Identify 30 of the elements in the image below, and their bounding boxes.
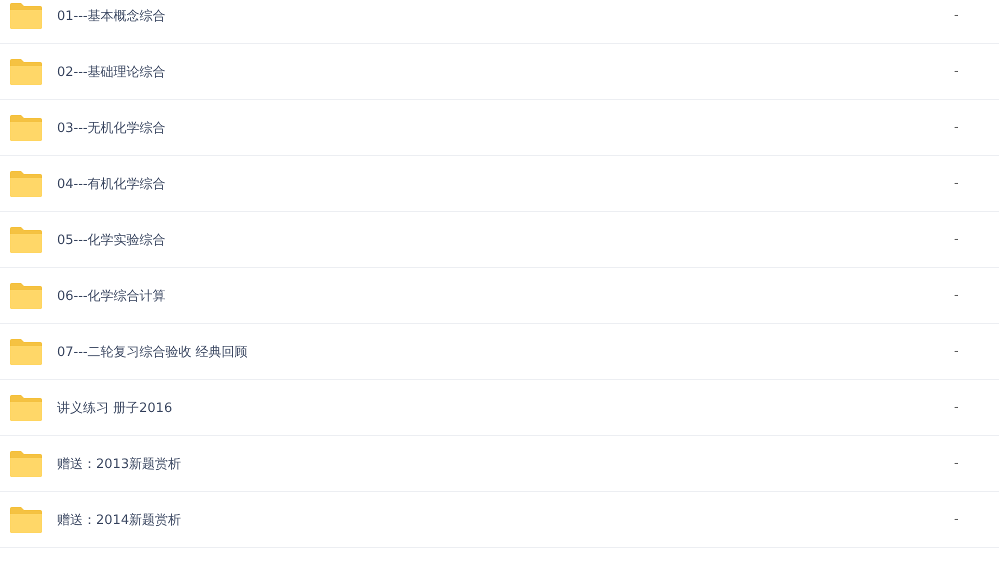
folder-icon: [10, 394, 42, 420]
folder-icon: [10, 114, 42, 140]
file-size: -: [954, 64, 960, 79]
folder-icon: [10, 2, 42, 28]
folder-name[interactable]: 02---基础理论综合: [57, 62, 954, 80]
folder-icon: [10, 506, 42, 532]
folder-name[interactable]: 赠送：2014新题赏析: [57, 510, 954, 528]
folder-icon: [10, 450, 42, 476]
file-size: -: [954, 344, 960, 359]
folder-name[interactable]: 讲义练习 册子2016: [57, 398, 954, 416]
file-size: -: [954, 120, 960, 135]
folder-name[interactable]: 03---无机化学综合: [57, 118, 954, 136]
file-size: -: [954, 8, 960, 23]
file-size: -: [954, 288, 960, 303]
file-size: -: [954, 512, 960, 527]
folder-icon: [10, 170, 42, 196]
file-size: -: [954, 456, 960, 471]
folder-name[interactable]: 06---化学综合计算: [57, 286, 954, 304]
folder-name[interactable]: 01---基本概念综合: [57, 6, 954, 24]
folder-icon: [10, 282, 42, 308]
folder-name[interactable]: 07---二轮复习综合验收 经典回顾: [57, 342, 954, 360]
file-size: -: [954, 400, 960, 415]
folder-name[interactable]: 05---化学实验综合: [57, 230, 954, 248]
folder-icon: [10, 226, 42, 252]
file-size: -: [954, 232, 960, 247]
file-size: -: [954, 176, 960, 191]
folder-name[interactable]: 04---有机化学综合: [57, 174, 954, 192]
folder-icon: [10, 58, 42, 84]
folder-name[interactable]: 赠送：2013新题赏析: [57, 454, 954, 472]
folder-icon: [10, 338, 42, 364]
